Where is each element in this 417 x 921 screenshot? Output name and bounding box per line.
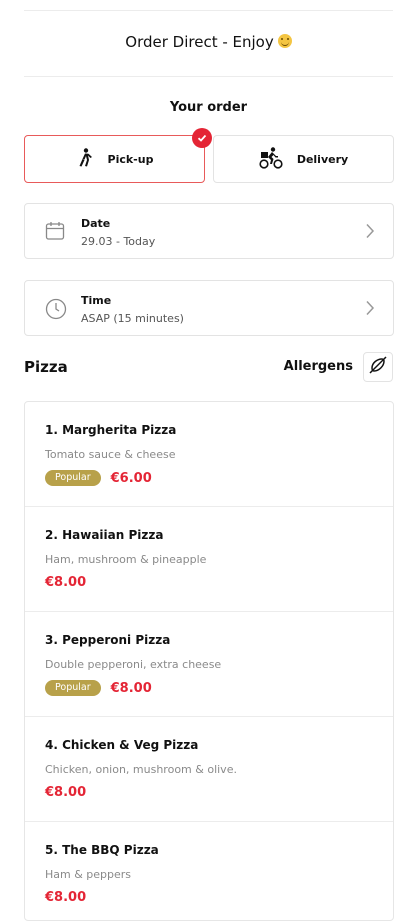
time-label: Time bbox=[81, 294, 112, 307]
chevron-right-icon bbox=[365, 223, 375, 243]
header-divider bbox=[24, 76, 393, 77]
date-selector[interactable]: Date 29.03 - Today bbox=[24, 203, 394, 259]
pickup-option[interactable]: Pick-up bbox=[24, 128, 212, 183]
date-label: Date bbox=[81, 217, 111, 230]
item-price: €8.00 bbox=[45, 890, 87, 905]
allergen-icon bbox=[368, 355, 388, 379]
top-divider bbox=[24, 10, 393, 11]
allergens-label[interactable]: Allergens bbox=[284, 359, 353, 374]
item-description: Chicken, onion, mushroom & olive. bbox=[45, 763, 237, 776]
time-selector[interactable]: Time ASAP (15 minutes) bbox=[24, 280, 394, 336]
header-title: Order Direct - Enjoy bbox=[0, 33, 417, 51]
delivery-bike-icon bbox=[259, 146, 283, 172]
menu-item[interactable]: 4. Chicken & Veg Pizza Chicken, onion, m… bbox=[25, 717, 393, 822]
chevron-right-icon bbox=[365, 300, 375, 320]
item-description: Tomato sauce & cheese bbox=[45, 448, 176, 461]
item-price: €8.00 bbox=[45, 785, 87, 800]
clock-icon bbox=[45, 298, 67, 324]
header-title-text: Order Direct - Enjoy bbox=[125, 33, 274, 51]
popular-badge: Popular bbox=[45, 470, 101, 486]
item-price: €8.00 bbox=[110, 680, 152, 696]
menu-item[interactable]: 1. Margherita Pizza Tomato sauce & chees… bbox=[25, 402, 393, 507]
time-value: ASAP (15 minutes) bbox=[81, 312, 184, 325]
menu-item[interactable]: 3. Pepperoni Pizza Double pepperoni, ext… bbox=[25, 612, 393, 717]
smiling-face-icon bbox=[277, 34, 292, 48]
allergens-button[interactable] bbox=[363, 352, 393, 382]
item-description: Ham, mushroom & pineapple bbox=[45, 553, 207, 566]
item-price: €8.00 bbox=[45, 575, 87, 590]
delivery-label: Delivery bbox=[296, 152, 349, 166]
item-name: 5. The BBQ Pizza bbox=[45, 843, 159, 857]
item-name: 3. Pepperoni Pizza bbox=[45, 633, 171, 647]
item-name: 4. Chicken & Veg Pizza bbox=[45, 738, 199, 752]
item-name: 2. Hawaiian Pizza bbox=[45, 528, 164, 542]
menu-item[interactable]: 2. Hawaiian Pizza Ham, mushroom & pineap… bbox=[25, 507, 393, 612]
item-name: 1. Margherita Pizza bbox=[45, 423, 177, 437]
item-description: Double pepperoni, extra cheese bbox=[45, 658, 222, 671]
date-value: 29.03 - Today bbox=[81, 235, 156, 248]
checkmark-icon bbox=[192, 128, 212, 148]
menu-list: 1. Margherita Pizza Tomato sauce & chees… bbox=[24, 401, 394, 921]
calendar-icon bbox=[45, 221, 65, 245]
popular-badge: Popular bbox=[45, 680, 101, 696]
walking-person-icon bbox=[76, 147, 94, 171]
menu-item[interactable]: 5. The BBQ Pizza Ham & peppers €8.00 bbox=[25, 822, 393, 920]
pickup-label: Pick-up bbox=[107, 152, 154, 166]
delivery-option[interactable]: Delivery bbox=[213, 135, 394, 183]
category-title: Pizza bbox=[24, 358, 68, 376]
item-description: Ham & peppers bbox=[45, 868, 132, 881]
item-price: €6.00 bbox=[110, 470, 152, 486]
your-order-heading: Your order bbox=[169, 100, 248, 115]
